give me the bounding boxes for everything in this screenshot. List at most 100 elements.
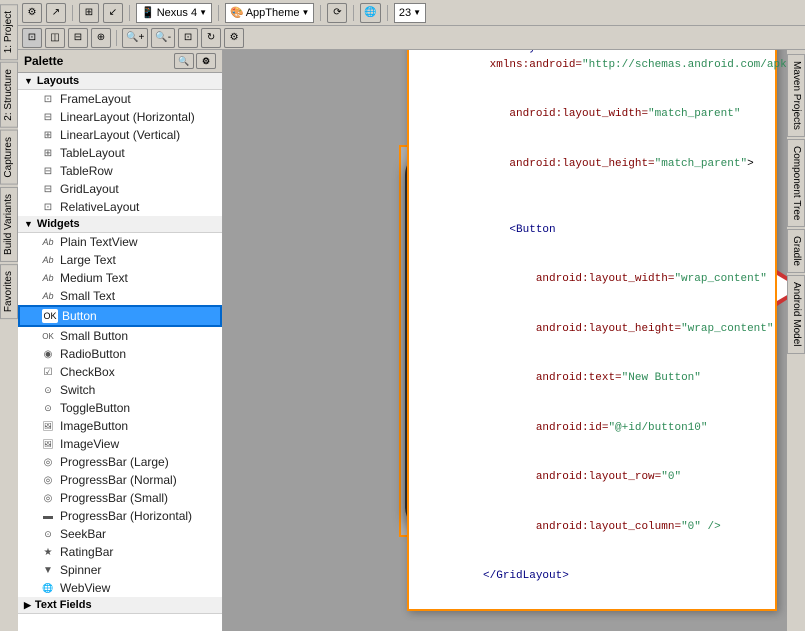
view-options-btn[interactable]: ⊕ [91, 28, 111, 48]
item-progressbar-normal[interactable]: ◎ ProgressBar (Normal) [18, 471, 222, 489]
api-dropdown[interactable]: 23 ▼ [394, 3, 426, 23]
left-tab-structure[interactable]: 2: Structure [0, 62, 18, 128]
rotate-btn[interactable]: ⟳ [327, 3, 347, 23]
item-togglebutton-label: ToggleButton [60, 401, 130, 415]
item-gridlayout[interactable]: ⊟ GridLayout [18, 180, 222, 198]
more-btn[interactable]: ⚙ [224, 28, 244, 48]
item-plain-textview[interactable]: Ab Plain TextView [18, 233, 222, 251]
sep7 [116, 30, 117, 46]
xml-value-layout-row: "0" [661, 471, 681, 483]
right-tab-component-tree[interactable]: Component Tree [787, 139, 805, 228]
item-imageview-label: ImageView [60, 437, 119, 451]
item-imagebutton[interactable]: 🖼 ImageButton [18, 417, 222, 435]
item-switch[interactable]: ⊙ Switch [18, 381, 222, 399]
radiobutton-icon: ◉ [40, 347, 56, 361]
refresh-btn[interactable]: ↻ [201, 28, 221, 48]
tablerow-icon: ⊟ [40, 164, 56, 178]
right-tab-android-model[interactable]: Android Model [787, 275, 805, 353]
expand-btn[interactable]: ↗ [46, 3, 66, 23]
xml-indent-5 [483, 323, 536, 335]
section-widgets[interactable]: ▼ Widgets [18, 216, 222, 233]
item-progressbar-horizontal-label: ProgressBar (Horizontal) [60, 509, 192, 523]
xml-tag-gridlayout-close: </GridLayout> [483, 570, 569, 582]
left-tab-project[interactable]: 1: Project [0, 4, 18, 60]
item-spinner[interactable]: ▼ Spinner [18, 561, 222, 579]
item-ratingbar[interactable]: ★ RatingBar [18, 543, 222, 561]
item-checkbox[interactable]: ☑ CheckBox [18, 363, 222, 381]
main-area: ⚙ ↗ ⊞ ↙ 📱 Nexus 4 ▼ 🎨 AppTheme ▼ ⟳ 🌐 23 … [18, 0, 805, 631]
item-small-button[interactable]: OK Small Button [18, 327, 222, 345]
section-layouts-label: Layouts [37, 75, 79, 87]
progressbar-horizontal-icon: ▬ [40, 509, 56, 523]
plain-textview-icon: Ab [40, 235, 56, 249]
settings-btn[interactable]: ⚙ [22, 3, 42, 23]
item-imageview[interactable]: 🖼 ImageView [18, 435, 222, 453]
xml-indent-1 [483, 108, 509, 120]
item-tablerow-label: TableRow [60, 164, 113, 178]
item-progressbar-small[interactable]: ◎ ProgressBar (Small) [18, 489, 222, 507]
zoom-fit-btn[interactable]: ⊡ [178, 28, 198, 48]
section-widgets-icon: ▼ [24, 219, 33, 229]
left-tab-favorites[interactable]: Favorites [0, 264, 18, 319]
globe-btn[interactable]: 🌐 [360, 3, 380, 23]
palette-settings-btn[interactable]: ⚙ [196, 53, 216, 69]
content-area: Palette 🔍 ⚙ ▼ Layouts ⊡ FrameLayout ⊟ Li… [18, 50, 805, 631]
item-small-text-label: Small Text [60, 289, 115, 303]
item-linearlayout-h[interactable]: ⊟ LinearLayout (Horizontal) [18, 108, 222, 126]
ratingbar-icon: ★ [40, 545, 56, 559]
item-togglebutton[interactable]: ⊙ ToggleButton [18, 399, 222, 417]
left-tab-build-variants[interactable]: Build Variants [0, 187, 18, 262]
section-text-fields-label: Text Fields [35, 599, 92, 611]
left-tab-captures[interactable]: Captures [0, 130, 18, 185]
right-tab-gradle[interactable]: Gradle [787, 229, 805, 273]
zoom-in-btn[interactable]: 🔍+ [122, 28, 148, 48]
xml-arrow-inner [777, 275, 787, 301]
layout-btn[interactable]: ⊞ [79, 3, 99, 23]
nexus-dropdown[interactable]: 📱 Nexus 4 ▼ [136, 3, 212, 23]
item-seekbar[interactable]: ⊙ SeekBar [18, 525, 222, 543]
relativelayout-icon: ⊡ [40, 200, 56, 214]
item-large-text[interactable]: Ab Large Text [18, 251, 222, 269]
sep2 [129, 5, 130, 21]
item-framelayout-label: FrameLayout [60, 92, 131, 106]
palette-panel: Palette 🔍 ⚙ ▼ Layouts ⊡ FrameLayout ⊟ Li… [18, 50, 223, 631]
palette-header: Palette 🔍 ⚙ [18, 50, 222, 73]
item-framelayout[interactable]: ⊡ FrameLayout [18, 90, 222, 108]
item-medium-text[interactable]: Ab Medium Text [18, 269, 222, 287]
zoom-out-btn[interactable]: 🔍- [151, 28, 175, 48]
view-design-btn[interactable]: ⊡ [22, 28, 42, 48]
item-tablelayout-label: TableLayout [60, 146, 125, 160]
item-progressbar-large-label: ProgressBar (Large) [60, 455, 169, 469]
shrink-btn[interactable]: ↙ [103, 3, 123, 23]
xml-value-btn-text: "New Button" [622, 372, 701, 384]
item-webview[interactable]: 🌐 WebView [18, 579, 222, 597]
spinner-icon: ▼ [40, 563, 56, 577]
item-progressbar-horizontal[interactable]: ▬ ProgressBar (Horizontal) [18, 507, 222, 525]
item-relativelayout[interactable]: ⊡ RelativeLayout [18, 198, 222, 216]
palette-search-btn[interactable]: 🔍 [174, 53, 194, 69]
theme-dropdown[interactable]: 🎨 AppTheme ▼ [225, 3, 314, 23]
progressbar-small-icon: ◎ [40, 491, 56, 505]
item-small-text[interactable]: Ab Small Text [18, 287, 222, 305]
item-progressbar-large[interactable]: ◎ ProgressBar (Large) [18, 453, 222, 471]
item-button[interactable]: OK Button [18, 305, 222, 327]
item-radiobutton[interactable]: ◉ RadioButton [18, 345, 222, 363]
xml-tag-button-open: <Button [509, 224, 555, 236]
section-text-fields[interactable]: ▶ Text Fields [18, 597, 222, 614]
view-xml-btn[interactable]: ⊟ [68, 28, 88, 48]
section-widgets-label: Widgets [37, 218, 80, 230]
gridlayout-icon: ⊟ [40, 182, 56, 196]
item-medium-text-label: Medium Text [60, 271, 128, 285]
right-tab-maven[interactable]: Maven Projects [787, 54, 805, 137]
xml-line-13: </GridLayout> [417, 552, 767, 602]
item-relativelayout-label: RelativeLayout [60, 200, 139, 214]
item-tablelayout[interactable]: ⊞ TableLayout [18, 144, 222, 162]
item-linearlayout-v[interactable]: ⊞ LinearLayout (Vertical) [18, 126, 222, 144]
item-tablerow[interactable]: ⊟ TableRow [18, 162, 222, 180]
xml-attr-layout-col: android:layout_column= [536, 521, 681, 533]
section-layouts[interactable]: ▼ Layouts [18, 73, 222, 90]
xml-line-12: android:layout_column="0" /> [417, 502, 767, 552]
seekbar-icon: ⊙ [40, 527, 56, 541]
view-split-btn[interactable]: ◫ [45, 28, 65, 48]
api-label: 23 [399, 7, 411, 19]
